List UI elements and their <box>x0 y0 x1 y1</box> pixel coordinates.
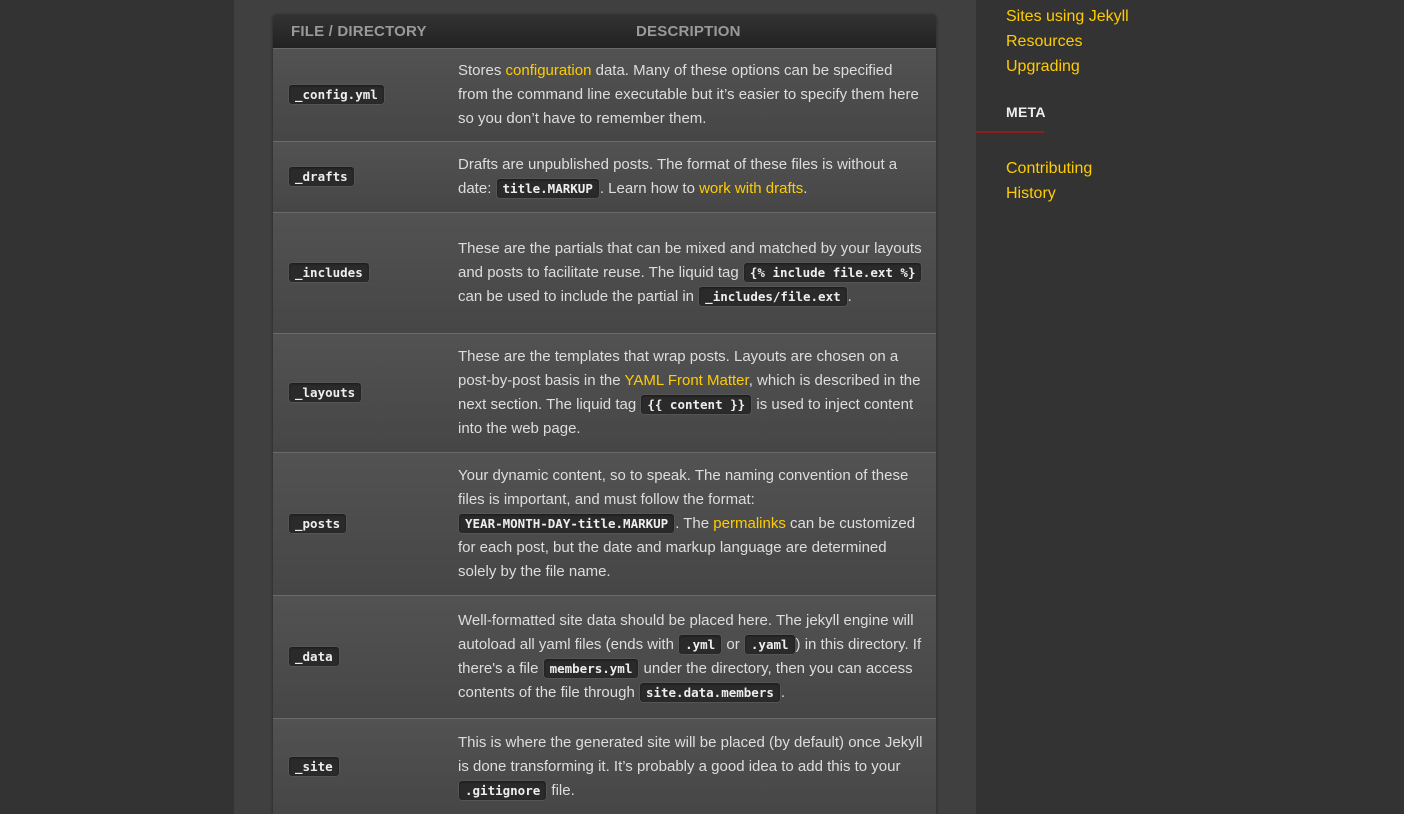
table-row: _posts Your dynamic content, so to speak… <box>273 452 936 595</box>
row-description: These are the templates that wrap posts.… <box>458 348 921 437</box>
inline-code: {% include file.ext %} <box>742 262 923 283</box>
table-row: _site This is where the generated site w… <box>273 718 936 814</box>
configuration-link[interactable]: configuration <box>506 62 592 79</box>
yaml-front-matter-link[interactable]: YAML Front Matter <box>624 372 748 389</box>
work-with-drafts-link[interactable]: work with drafts <box>699 180 803 197</box>
row-description: Well-formatted site data should be place… <box>458 612 922 703</box>
inline-code: .yaml <box>743 634 796 655</box>
table-header: FILE / DIRECTORY DESCRIPTION <box>273 14 936 48</box>
file-name: _includes <box>288 262 370 283</box>
header-description: DESCRIPTION <box>636 23 741 40</box>
file-name: _data <box>288 646 340 667</box>
header-file-directory: FILE / DIRECTORY <box>291 23 427 40</box>
permalinks-link[interactable]: permalinks <box>713 515 786 532</box>
sidebar-link-resources[interactable]: Resources <box>1006 33 1082 51</box>
row-description: Stores configuration data. Many of these… <box>458 62 919 127</box>
row-description: Drafts are unpublished posts. The format… <box>458 156 898 199</box>
table-row: _layouts These are the templates that wr… <box>273 333 936 452</box>
inline-code: YEAR-MONTH-DAY-title.MARKUP <box>458 513 676 534</box>
inline-code: .yml <box>678 634 723 655</box>
inline-code: members.yml <box>542 658 640 679</box>
table-row: _drafts Drafts are unpublished posts. Th… <box>273 141 936 212</box>
inline-code: _includes/file.ext <box>698 286 848 307</box>
inline-code: {{ content }} <box>640 394 753 415</box>
meta-section-title: META <box>1006 104 1046 120</box>
sidebar-link-contributing[interactable]: Contributing <box>1006 160 1092 178</box>
sidebar-link-history[interactable]: History <box>1006 185 1056 203</box>
inline-code: title.MARKUP <box>495 178 600 199</box>
meta-section-underline <box>976 131 1044 133</box>
sidebar-link-sites-using-jekyll[interactable]: Sites using Jekyll <box>1006 8 1129 26</box>
inline-code: site.data.members <box>638 682 781 703</box>
row-description: Your dynamic content, so to speak. The n… <box>458 467 916 580</box>
sidebar-link-upgrading[interactable]: Upgrading <box>1006 58 1080 76</box>
directory-table: FILE / DIRECTORY DESCRIPTION _config.yml… <box>273 14 936 814</box>
table-row: _data Well-formatted site data should be… <box>273 595 936 718</box>
file-name: _config.yml <box>288 84 385 105</box>
row-description: These are the partials that can be mixed… <box>458 240 923 307</box>
file-name: _posts <box>288 513 348 534</box>
inline-code: .gitignore <box>458 779 548 801</box>
file-name: _drafts <box>288 166 355 187</box>
sidebar-nav: Sites using Jekyll Resources Upgrading M… <box>976 0 1404 814</box>
table-row: _includes These are the partials that ca… <box>273 212 936 333</box>
table-row: _config.yml Stores configuration data. M… <box>273 48 936 141</box>
file-name: _site <box>288 755 340 777</box>
row-description: This is where the generated site will be… <box>458 733 923 801</box>
file-name: _layouts <box>288 382 363 403</box>
